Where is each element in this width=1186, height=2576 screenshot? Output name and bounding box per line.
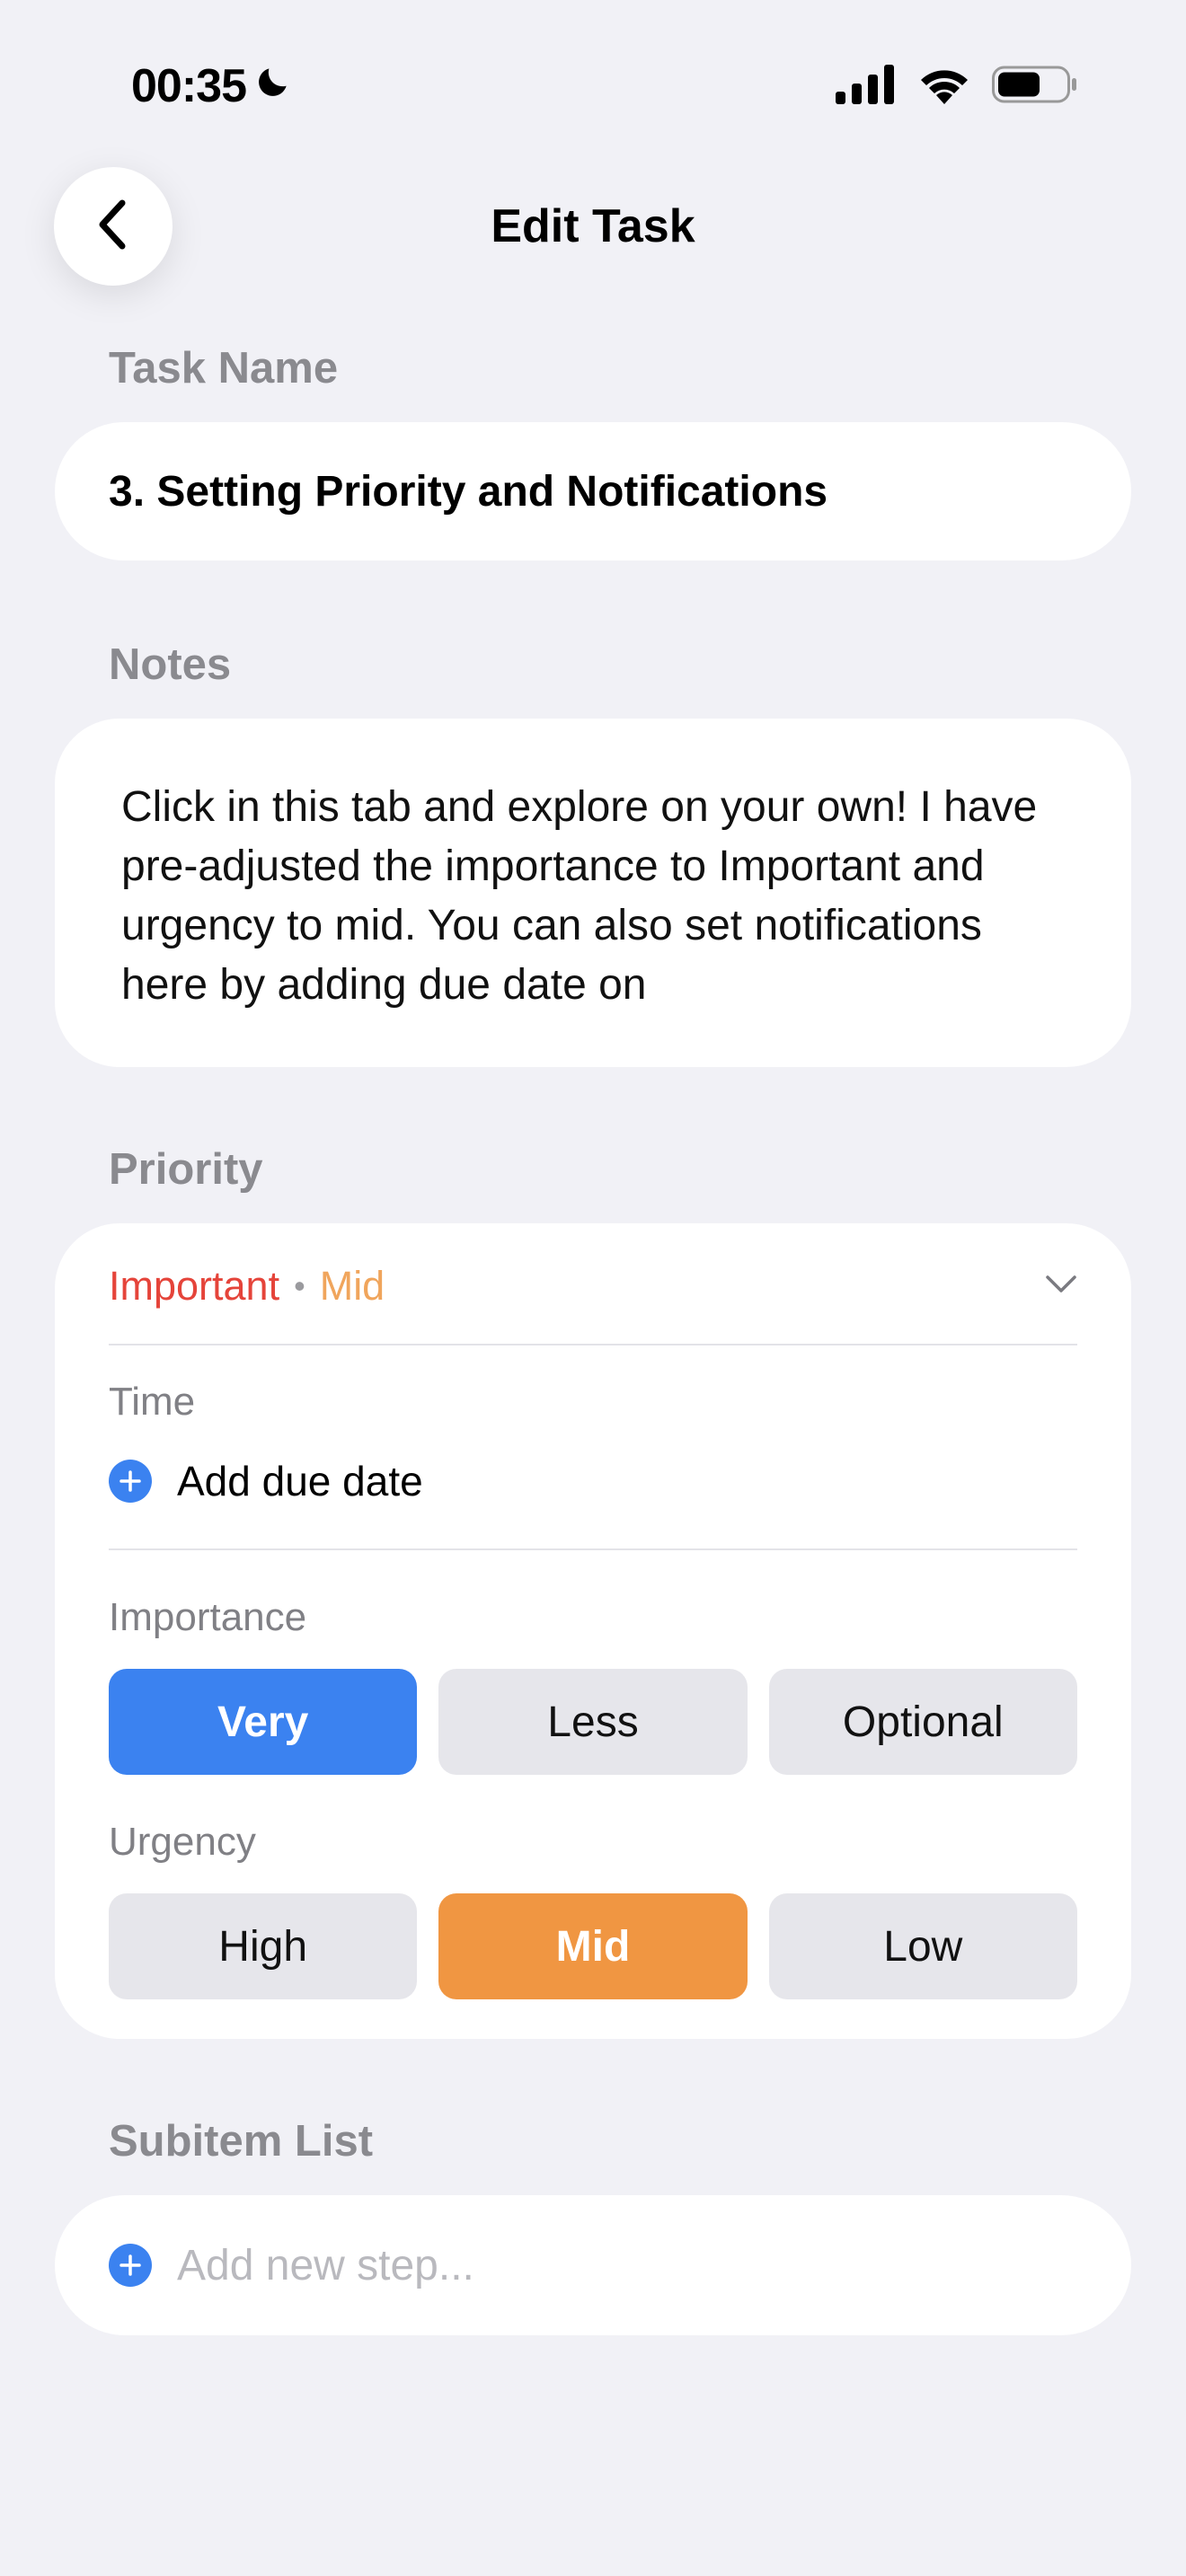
add-due-date-label: Add due date xyxy=(177,1458,423,1504)
chevron-down-icon[interactable] xyxy=(1045,1274,1077,1300)
priority-summary[interactable]: Important • Mid xyxy=(109,1263,385,1310)
urgency-option-high[interactable]: High xyxy=(109,1893,418,1999)
plus-circle-icon xyxy=(109,1460,152,1503)
urgency-option-low[interactable]: Low xyxy=(768,1893,1077,1999)
divider xyxy=(109,1344,1077,1345)
plus-circle-icon[interactable] xyxy=(109,2244,152,2287)
battery-icon xyxy=(992,65,1078,109)
add-step-field[interactable]: Add new step... xyxy=(55,2195,1131,2335)
page-title: Edit Task xyxy=(491,200,695,252)
moon-icon xyxy=(253,59,293,113)
notes-label: Notes xyxy=(109,640,232,689)
urgency-label: Urgency xyxy=(109,1820,256,1864)
priority-summary-separator: • xyxy=(294,1267,305,1304)
status-time-text: 00:35 xyxy=(131,60,247,112)
notes-field[interactable]: Click in this tab and explore on your ow… xyxy=(55,719,1131,1067)
priority-card: Important • Mid Time Add due date Import… xyxy=(55,1223,1131,2039)
edit-task-screen: 00:35 Edit Task Task Name 3. Setting Pri… xyxy=(0,0,1186,2576)
importance-segmented-control: Very Less Optional xyxy=(109,1669,1077,1775)
task-name-label: Task Name xyxy=(109,344,339,393)
importance-label: Importance xyxy=(109,1595,307,1639)
priority-summary-importance: Important xyxy=(109,1263,280,1309)
urgency-option-mid[interactable]: Mid xyxy=(438,1893,748,1999)
add-step-placeholder: Add new step... xyxy=(177,2241,474,2289)
importance-option-less[interactable]: Less xyxy=(438,1669,748,1775)
urgency-segmented-control: High Mid Low xyxy=(109,1893,1077,1999)
time-label: Time xyxy=(109,1380,196,1424)
task-name-field[interactable]: 3. Setting Priority and Notifications xyxy=(55,422,1131,560)
priority-summary-urgency: Mid xyxy=(319,1263,385,1309)
add-due-date-button[interactable]: Add due date xyxy=(109,1457,423,1505)
status-time: 00:35 xyxy=(131,59,293,113)
wifi-icon xyxy=(916,65,972,109)
task-name-value: 3. Setting Priority and Notifications xyxy=(109,467,828,516)
subitem-list-label: Subitem List xyxy=(109,2117,374,2166)
divider xyxy=(109,1548,1077,1550)
signal-icon xyxy=(836,65,897,109)
status-icons xyxy=(836,65,1078,109)
importance-option-very[interactable]: Very xyxy=(109,1669,418,1775)
importance-option-optional[interactable]: Optional xyxy=(768,1669,1077,1775)
priority-label: Priority xyxy=(109,1145,263,1194)
notes-value: Click in this tab and explore on your ow… xyxy=(121,783,1038,1009)
